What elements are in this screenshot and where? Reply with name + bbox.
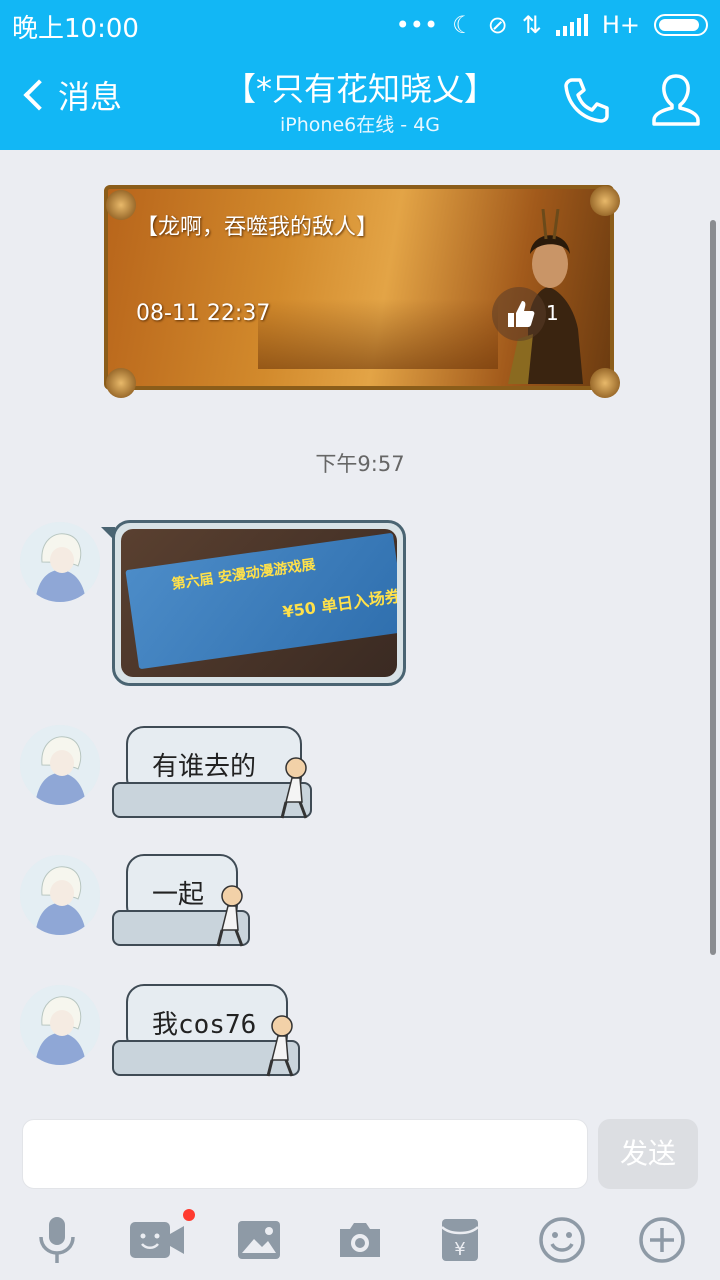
like-count: 1 (546, 301, 559, 325)
image-message[interactable]: 第六届 安漫动漫游戏展 ¥50 单日入场券 (101, 520, 406, 686)
avatar[interactable] (20, 522, 100, 602)
scrollbar[interactable] (710, 220, 716, 955)
status-icons: ••• ☾ ⊘ ⇅ H+ (396, 8, 708, 42)
camera-button[interactable] (330, 1212, 390, 1268)
ornament-corner (106, 190, 136, 220)
camera-icon (340, 1223, 380, 1257)
banner-date: 08-11 22:37 (136, 301, 271, 326)
chat-header: 消息 【*只有花知晓乂】 iPhone6在线 - 4G (0, 50, 720, 150)
ornament-corner (106, 368, 136, 398)
mic-icon (39, 1217, 75, 1263)
emoji-icon (539, 1217, 585, 1263)
image-icon (238, 1221, 280, 1259)
plus-icon (639, 1217, 685, 1263)
text-message[interactable]: 有谁去的 (112, 726, 322, 822)
avatar[interactable] (20, 725, 100, 805)
emoji-button[interactable] (532, 1212, 592, 1268)
moon-icon: ☾ (452, 11, 474, 39)
video-icon (130, 1222, 184, 1258)
send-button[interactable]: 发送 (598, 1119, 698, 1189)
cartoon-man-sticker (216, 885, 244, 947)
phone-call-button[interactable] (560, 74, 612, 130)
back-label: 消息 (58, 78, 123, 116)
gallery-button[interactable] (229, 1212, 289, 1268)
expo-ticket-photo: 第六届 安漫动漫游戏展 ¥50 单日入场券 (121, 529, 397, 677)
like-button[interactable] (492, 287, 546, 341)
palace-scene (258, 299, 498, 369)
status-bar: 晚上10:00 ••• ☾ ⊘ ⇅ H+ (0, 0, 720, 50)
red-packet-icon: ¥ (441, 1219, 479, 1261)
anime-avatar-icon (20, 725, 100, 805)
svg-text:¥: ¥ (454, 1239, 465, 1260)
input-bar: 发送 (0, 1112, 720, 1202)
ticket-price: ¥50 单日入场券 (281, 586, 397, 622)
anime-avatar-icon (20, 522, 100, 602)
notification-dot (183, 1209, 195, 1221)
battery-icon (654, 14, 708, 36)
chat-title[interactable]: 【*只有花知晓乂】 (200, 64, 520, 110)
voice-button[interactable] (27, 1212, 87, 1268)
chat-area[interactable]: 【龙啊，吞噬我的敌人】 08-11 22:37 1 下午9:57 第六届 安漫动… (0, 150, 720, 1112)
back-button[interactable]: 消息 (18, 72, 122, 118)
message-text: 我cos76 (152, 1010, 257, 1040)
text-message[interactable]: 一起 (112, 854, 258, 950)
ticket: 第六届 安漫动漫游戏展 ¥50 单日入场券 (125, 532, 397, 670)
avatar[interactable] (20, 985, 100, 1065)
chevron-left-icon (23, 79, 55, 111)
network-type: H+ (601, 11, 640, 39)
red-packet-button[interactable]: ¥ (430, 1212, 490, 1268)
online-status: iPhone6在线 - 4G (280, 114, 440, 136)
video-button[interactable] (127, 1212, 187, 1268)
cartoon-man-sticker (280, 757, 308, 819)
avatar[interactable] (20, 855, 100, 935)
message-text: 一起 (152, 880, 205, 910)
ornament-corner (590, 368, 620, 398)
thumbs-up-icon (508, 301, 535, 327)
more-button[interactable] (632, 1212, 692, 1268)
profile-button[interactable] (650, 72, 702, 132)
phone-icon (564, 78, 609, 123)
text-message[interactable]: 我cos76 (112, 984, 308, 1080)
user-icon (652, 74, 700, 126)
cartoon-man-sticker (266, 1015, 294, 1077)
message-text: 有谁去的 (152, 752, 257, 782)
vibrate-off-icon: ⊘ (487, 11, 508, 39)
anime-avatar-icon (20, 855, 100, 935)
message-input[interactable] (22, 1119, 588, 1189)
message-timestamp: 下午9:57 (315, 452, 405, 476)
data-arrows-icon: ⇅ (521, 11, 542, 39)
banner-title: 【龙啊，吞噬我的敌人】 (136, 215, 379, 240)
input-toolbar: ¥ (0, 1202, 720, 1280)
signal-icon (555, 14, 588, 36)
anime-avatar-icon (20, 985, 100, 1065)
status-time: 晚上10:00 (12, 14, 139, 44)
dragon-ornament (590, 186, 620, 216)
more-dots-icon: ••• (395, 11, 439, 39)
theme-banner-card[interactable]: 【龙啊，吞噬我的敌人】 08-11 22:37 1 (104, 185, 614, 390)
ticket-title: 第六届 安漫动漫游戏展 (170, 556, 317, 593)
